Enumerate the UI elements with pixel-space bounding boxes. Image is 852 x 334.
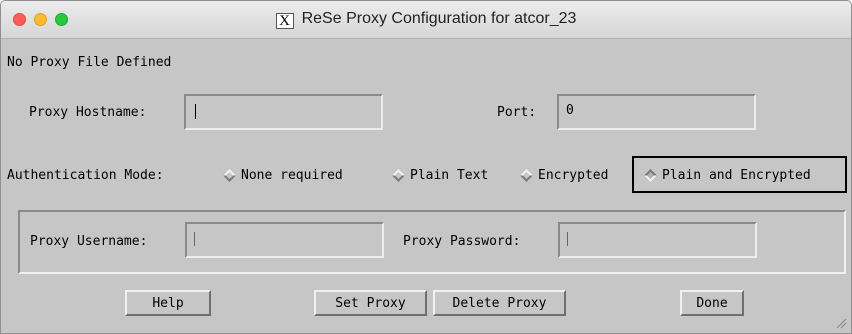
proxy-hostname-label: Proxy Hostname: — [29, 105, 147, 120]
done-button[interactable]: Done — [680, 290, 744, 316]
port-value: 0 — [566, 103, 574, 118]
x11-icon: X — [275, 13, 294, 29]
auth-option-plain-and-encrypted[interactable]: Plain and Encrypted — [644, 168, 811, 183]
auth-mode-label: Authentication Mode: — [7, 168, 164, 183]
title-bar[interactable]: X ReSe Proxy Configuration for atcor_23 — [1, 1, 851, 39]
proxy-password-input[interactable] — [558, 222, 757, 258]
proxy-hostname-input[interactable] — [184, 94, 383, 130]
auth-option-encrypted[interactable]: Encrypted — [520, 168, 608, 183]
radio-diamond-icon — [223, 169, 236, 182]
auth-option-plain-text-label: Plain Text — [410, 168, 489, 183]
auth-option-none[interactable]: None required — [223, 168, 343, 183]
auth-option-none-label: None required — [241, 168, 343, 183]
set-proxy-button[interactable]: Set Proxy — [314, 290, 427, 316]
auth-option-encrypted-label: Encrypted — [538, 168, 609, 183]
proxy-config-window: X ReSe Proxy Configuration for atcor_23 N… — [0, 0, 852, 334]
proxy-username-input[interactable] — [185, 222, 384, 258]
auth-option-plain-and-encrypted-label: Plain and Encrypted — [662, 168, 811, 183]
port-input[interactable]: 0 — [557, 94, 756, 130]
window-title-group: X ReSe Proxy Configuration for atcor_23 — [1, 10, 851, 29]
status-text: No Proxy File Defined — [7, 55, 172, 70]
window-title: ReSe Proxy Configuration for atcor_23 — [301, 10, 577, 27]
auth-option-plain-text[interactable]: Plain Text — [392, 168, 488, 183]
radio-diamond-icon — [520, 169, 533, 182]
delete-proxy-button[interactable]: Delete Proxy — [433, 290, 566, 316]
proxy-password-label: Proxy Password: — [403, 234, 521, 249]
port-label: Port: — [497, 105, 537, 120]
text-cursor-icon — [195, 104, 196, 119]
resize-grip-icon[interactable] — [835, 317, 847, 329]
proxy-username-label: Proxy Username: — [30, 234, 148, 249]
radio-diamond-icon — [392, 169, 405, 182]
text-cursor-icon — [567, 232, 568, 246]
help-button[interactable]: Help — [125, 290, 211, 316]
radio-diamond-selected-icon — [644, 169, 657, 182]
text-cursor-icon — [194, 232, 195, 246]
